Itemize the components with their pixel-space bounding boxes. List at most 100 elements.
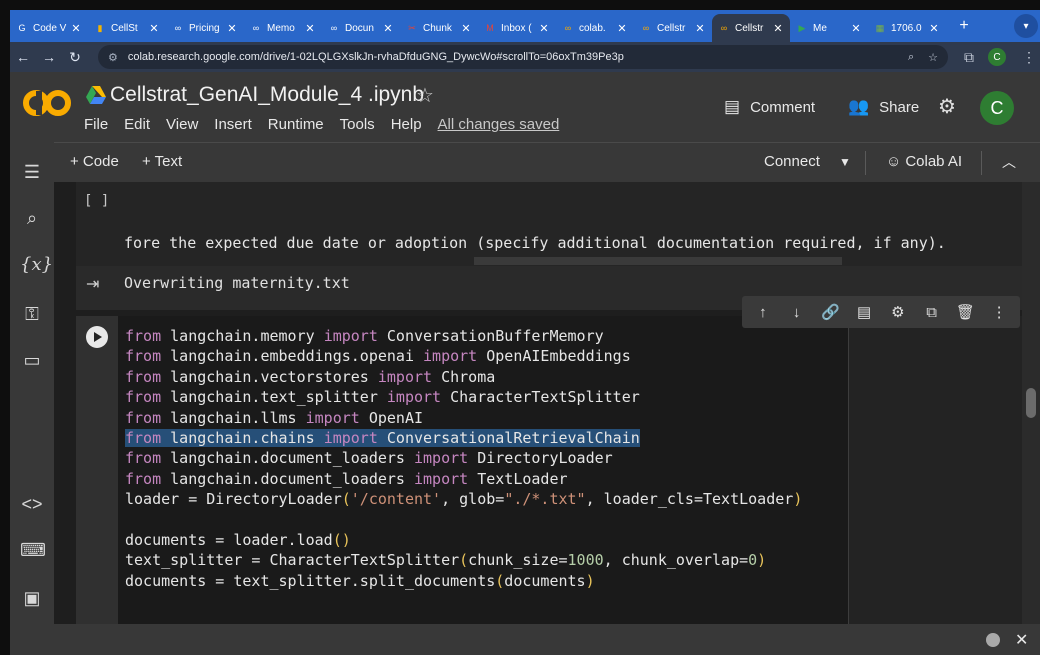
close-tab-icon[interactable]: ✕ [460,22,472,35]
new-tab-button[interactable]: + [952,12,976,40]
save-status[interactable]: All changes saved [438,116,560,133]
scrollbar-thumb[interactable] [1026,388,1036,418]
browser-tab[interactable]: ∞ Cellstr ✕ [712,14,790,42]
url-bar[interactable]: ⚙ colab.research.google.com/drive/1-02LQ… [98,45,948,69]
close-tab-icon[interactable]: ✕ [616,22,628,35]
menu-insert[interactable]: Insert [214,116,252,133]
browser-tab[interactable]: ∞ Cellstr ✕ [634,14,712,42]
add-code-button[interactable]: + Code [70,153,119,170]
close-tab-icon[interactable]: ✕ [148,22,160,35]
browser-profile-avatar[interactable]: C [988,48,1006,66]
connect-dropdown-icon[interactable]: ▼ [839,155,851,169]
browser-menu-icon[interactable]: ⋮ [1022,49,1036,66]
close-tab-icon[interactable]: ✕ [382,22,394,35]
site-info-icon[interactable]: ⚙ [108,51,118,64]
code-cell[interactable] [76,182,1022,266]
settings-gear-icon[interactable]: ⚙ [887,303,909,321]
code-snippets-icon[interactable]: <> [20,494,44,518]
openai-icon: ∞ [174,23,182,33]
share-label: Share [879,98,920,116]
browser-tab[interactable]: G Code V ✕ [10,14,88,42]
close-tab-icon[interactable]: ✕ [694,22,706,35]
close-tab-icon[interactable]: ✕ [70,22,82,35]
menu-view[interactable]: View [166,116,198,133]
browser-tab[interactable]: ▮ CellSt ✕ [88,14,166,42]
mirror-cell-icon[interactable]: ⧉ [921,304,943,321]
colab-ai-button[interactable]: ☺ Colab AI [886,153,962,170]
meet-icon: ▶ [798,22,806,33]
avatar[interactable]: C [980,91,1014,125]
left-sidebar: ☰ ⌕ {x} ⚿ ▭ <> ⌨ ▣ [10,142,54,624]
terminal-icon[interactable]: ▣ [20,588,44,612]
close-tab-icon[interactable]: ✕ [772,22,784,35]
close-tab-icon[interactable]: ✕ [226,22,238,35]
browser-tab[interactable]: ✂ Chunk ✕ [400,14,478,42]
files-folder-icon[interactable]: ▭ [20,350,44,374]
table-of-contents-icon[interactable]: ☰ [20,162,44,186]
tab-search-button[interactable]: ▾ [1014,14,1038,38]
close-tab-icon[interactable]: ✕ [538,22,550,35]
menu-runtime[interactable]: Runtime [268,116,324,133]
status-bar [10,624,1040,655]
comment-button[interactable]: ▤ Comment [724,97,815,117]
browser-tab[interactable]: M Inbox (✕ [478,14,556,42]
variables-icon[interactable]: {x} [20,254,53,278]
browser-tab[interactable]: ∞ Docun ✕ [322,14,400,42]
browser-tab-label: Inbox ( [501,22,532,34]
collapse-header-icon[interactable]: ︿ [1002,152,1016,172]
code-editor-content[interactable]: from langchain.memory import Conversatio… [125,326,802,591]
google-icon: G [18,23,26,33]
link-icon[interactable]: 🔗 [819,303,841,321]
menu-help[interactable]: Help [391,116,422,133]
connect-button[interactable]: Connect [764,153,820,170]
delete-icon[interactable]: 🗑 [954,303,976,321]
cell-execution-count[interactable]: [ ] [84,193,109,209]
comment-icon[interactable]: ▤ [853,303,875,321]
code-line: documents = text_splitter.split_document… [125,571,595,590]
output-menu-icon[interactable]: ⇥ [86,274,99,294]
code-line: from langchain.vectorstores import Chrom… [125,367,496,386]
menu-file[interactable]: File [84,116,108,133]
reload-icon[interactable]: ↻ [62,49,88,66]
comment-label: Comment [750,98,816,116]
share-button[interactable]: 👥 Share [848,97,919,117]
screen: G Code V ✕ ▮ CellSt ✕ ∞ Pricing ✕ ∞ Memo ✕ ∞ Docun ✕ ✂ C… [0,0,1040,655]
menu-tools[interactable]: Tools [340,116,375,133]
more-options-icon[interactable]: ⋮ [988,303,1010,321]
move-down-icon[interactable]: ↓ [786,304,808,321]
cell-code-line[interactable]: fore the expected due date or adoption (… [124,234,1004,252]
add-text-button[interactable]: + Text [142,153,182,170]
notebook-title[interactable]: Cellstrat_GenAI_Module_4 .ipynb [110,83,424,107]
extensions-icon[interactable]: ⧉ [964,49,974,66]
close-icon[interactable]: ✕ [1015,630,1028,650]
browser-tab[interactable]: ▶ Me ✕ [790,14,868,42]
settings-gear-icon[interactable]: ⚙ [938,94,956,119]
browser-tab[interactable]: ▦ 1706.0 ✕ [868,14,946,42]
address-bar-row: ← → ↻ ⚙ colab.research.google.com/drive/… [10,42,1040,72]
browser-tab[interactable]: ∞ Memo ✕ [244,14,322,42]
star-icon[interactable]: ☆ [416,83,434,108]
colab-logo-icon[interactable] [22,88,72,118]
close-tab-icon[interactable]: ✕ [928,22,940,35]
close-tab-icon[interactable]: ✕ [304,22,316,35]
zoom-icon[interactable]: ⌕ [908,51,914,64]
runtime-status-indicator[interactable] [986,633,1000,647]
colab-ai-icon: ☺ [886,153,902,170]
secrets-key-icon[interactable]: ⚿ [20,304,44,328]
menu-edit[interactable]: Edit [124,116,150,133]
colab-ai-label: Colab AI [905,153,963,170]
forward-icon[interactable]: → [36,49,62,65]
search-icon[interactable]: ⌕ [20,208,44,232]
close-tab-icon[interactable]: ✕ [850,22,862,35]
drive-icon [86,86,106,104]
code-line: loader = DirectoryLoader('/content', glo… [125,490,803,509]
bookmark-star-icon[interactable]: ☆ [928,51,938,64]
cell-horizontal-scrollbar[interactable] [474,257,842,265]
back-icon[interactable]: ← [10,49,36,65]
browser-tab[interactable]: ∞ Pricing ✕ [166,14,244,42]
command-palette-icon[interactable]: ⌨ [20,540,46,564]
toolbar-divider [981,151,982,175]
browser-tab[interactable]: ∞ colab. ✕ [556,14,634,42]
run-cell-button[interactable] [86,326,108,348]
move-up-icon[interactable]: ↑ [752,304,774,321]
